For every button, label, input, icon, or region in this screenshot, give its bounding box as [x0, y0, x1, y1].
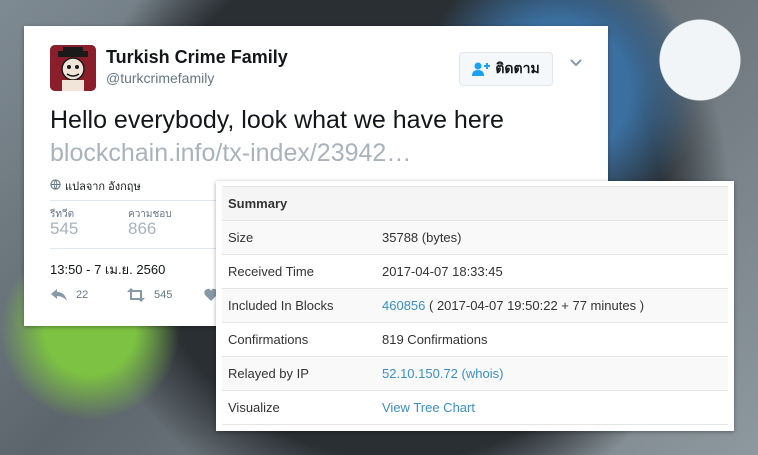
size-value: 35788 (bytes) — [376, 220, 728, 255]
table-row: Confirmations 819 Confirmations — [222, 322, 728, 357]
relayed-by-ip-label: Relayed by IP — [222, 356, 376, 391]
relayed-by-ip-value: 52.10.150.72 (whois) — [376, 356, 728, 391]
follow-label: ติดตาม — [495, 60, 540, 76]
translate-label: แปลจาก อังกฤษ — [65, 181, 141, 193]
table-row: Visualize View Tree Chart — [222, 390, 728, 425]
retweet-count: 545 — [154, 289, 173, 301]
table-row: Relayed by IP 52.10.150.72 (whois) — [222, 356, 728, 391]
view-tree-chart-link[interactable]: View Tree Chart — [382, 400, 475, 415]
tweet-text: Hello everybody, look what we have here — [50, 106, 504, 134]
add-user-icon — [472, 62, 491, 76]
received-time-label: Received Time — [222, 254, 376, 289]
reply-count: 22 — [76, 289, 89, 301]
included-in-blocks-value: 460856 ( 2017-04-07 19:50:22 + 77 minute… — [376, 288, 728, 323]
relayed-ip-link[interactable]: 52.10.150.72 (whois) — [382, 366, 503, 381]
size-label: Size — [222, 220, 376, 255]
visualize-label: Visualize — [222, 390, 376, 425]
user-handle[interactable]: @turkcrimefamily — [106, 70, 214, 86]
profile-avatar[interactable] — [50, 45, 96, 91]
retweets-count[interactable]: 545 — [50, 219, 78, 239]
table-row: Size 35788 (bytes) — [222, 220, 728, 255]
summary-title: Summary — [222, 186, 728, 221]
table-row: Received Time 2017-04-07 18:33:45 — [222, 254, 728, 289]
likes-count[interactable]: 866 — [128, 219, 156, 239]
follow-button[interactable]: ติดตาม — [459, 52, 553, 86]
visualize-value: View Tree Chart — [376, 390, 728, 425]
retweet-button[interactable]: 545 — [126, 288, 172, 302]
confirmations-label: Confirmations — [222, 322, 376, 357]
table-header-row: Summary — [222, 186, 728, 221]
translate-tweet[interactable]: แปลจาก อังกฤษ — [50, 177, 141, 195]
confirmations-value: 819 Confirmations — [376, 322, 728, 357]
included-in-blocks-label: Included In Blocks — [222, 288, 376, 323]
reply-icon — [50, 288, 68, 302]
block-height-link[interactable]: 460856 — [382, 298, 425, 313]
transaction-summary-panel: Summary Size 35788 (bytes) Received Time… — [216, 181, 734, 431]
tweet-link[interactable]: blockchain.info/tx-index/23942… — [50, 137, 411, 169]
reply-button[interactable]: 22 — [50, 288, 88, 302]
summary-table: Summary Size 35788 (bytes) Received Time… — [222, 186, 728, 425]
tweet-timestamp: 13:50 - 7 เม.ย. 2560 — [50, 262, 166, 277]
block-time-text: ( 2017-04-07 19:50:22 + 77 minutes ) — [429, 298, 645, 313]
received-time-value: 2017-04-07 18:33:45 — [376, 254, 728, 289]
retweet-icon — [126, 288, 146, 302]
chevron-down-icon[interactable] — [569, 58, 583, 68]
globe-icon — [50, 179, 61, 193]
display-name[interactable]: Turkish Crime Family — [106, 47, 288, 68]
table-row: Included In Blocks 460856 ( 2017-04-07 1… — [222, 288, 728, 323]
